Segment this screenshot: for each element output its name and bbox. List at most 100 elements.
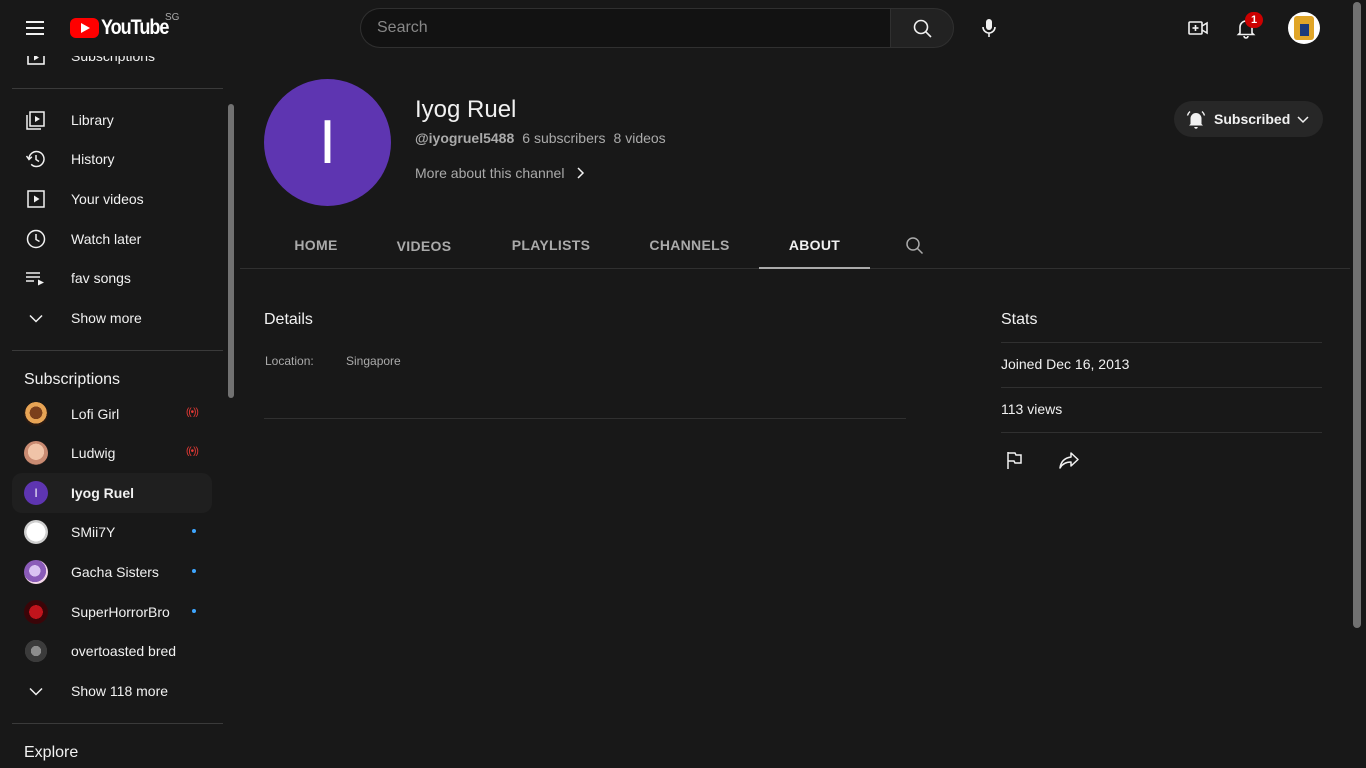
channel-search-icon[interactable] [903,234,927,258]
more-about-channel-link[interactable]: More about this channel [415,161,592,185]
stats-divider [1001,342,1322,343]
new-content-dot [192,609,196,613]
playlist-icon [26,272,44,286]
stats-divider [1001,432,1322,433]
channel-handle: @iyogruel5488 [415,130,515,146]
tab-videos[interactable]: VIDEOS [376,223,472,270]
sidebar-item-label: Your videos [71,191,144,207]
stats-divider [1001,387,1322,388]
sidebar-item-label: Watch later [71,231,142,247]
hamburger-icon [26,21,44,23]
subscription-item-smii7y[interactable]: SMii7Y [12,512,212,552]
sidebar-item-label: Gacha Sisters [71,564,159,580]
chevron-down-icon [29,687,43,696]
channel-avatar [24,520,48,544]
sidebar-item-label: SuperHorrorBro [71,604,170,620]
stats-title: Stats [1001,311,1038,328]
sidebar-item-library[interactable]: Library [12,100,212,140]
youtube-play-icon [70,18,99,38]
channel-avatar-large[interactable]: I [264,79,391,206]
sidebar-item-label: Subscriptions [71,56,156,64]
share-icon[interactable] [1057,448,1081,472]
sidebar-item-history[interactable]: History [12,139,212,179]
masthead: YouTube SG 1 [0,0,1350,56]
microphone-icon [982,19,996,37]
live-indicator-icon: ((•)) [186,446,199,457]
sidebar-item-watch-later[interactable]: Watch later [12,219,212,259]
sidebar-item-label: fav songs [71,270,131,286]
search-button[interactable] [890,8,954,48]
subscribed-button[interactable]: Subscribed [1174,101,1323,137]
video-count: 8 videos [613,130,666,146]
create-button[interactable] [1178,8,1218,48]
sidebar-item-label: Ludwig [71,445,116,461]
channel-avatar [24,402,48,426]
subscribed-label: Subscribed [1214,111,1291,127]
sidebar-item-subscriptions[interactable]: Subscriptions [12,56,212,76]
new-content-dot [192,569,196,573]
sidebar-divider [12,88,223,89]
search-input[interactable] [361,9,891,47]
explore-heading: Explore [24,744,79,761]
sidebar-item-label: Iyog Ruel [71,485,135,501]
sidebar-item-label: overtoasted bred [71,643,177,659]
location-value: Singapore [346,354,401,368]
channel-avatar [24,639,48,663]
history-icon [25,150,45,168]
tab-about[interactable]: ABOUT [759,222,870,269]
avatar-image [1294,16,1314,40]
sidebar-item-label: SMii7Y [71,524,116,540]
page-scrollbar[interactable] [1350,0,1366,768]
search-box [360,8,891,48]
page-scrollbar-thumb[interactable] [1353,2,1361,628]
subscription-item-superhorrorbro[interactable]: SuperHorrorBro [12,592,212,632]
sidebar-scrollbar[interactable] [228,104,234,398]
channel-avatar [24,560,48,584]
youtube-logo[interactable]: YouTube [70,12,179,44]
channel-tabs: HOME VIDEOS PLAYLISTS CHANNELS ABOUT [240,222,1350,269]
tab-home[interactable]: HOME [264,222,368,269]
details-divider [264,418,906,419]
sidebar-item-label: Library [71,112,114,128]
search-icon [913,19,932,38]
channel-meta: @iyogruel5488 6 subscribers 8 videos [415,130,666,146]
chevron-down-icon [1297,116,1309,124]
channel-avatar: I [24,481,48,505]
sidebar-item-fav-songs[interactable]: fav songs [12,258,212,298]
subscription-item-ludwig[interactable]: Ludwig ((•)) [12,433,212,473]
bell-ringing-icon [1186,110,1206,129]
channel-avatar [24,441,48,465]
hamburger-icon-line [26,27,44,29]
subscription-item-overtoasted-bred[interactable]: overtoasted bred [12,631,212,671]
chevron-right-icon [577,167,585,179]
details-title: Details [264,311,313,328]
subscriptions-heading: Subscriptions [24,371,121,388]
subscriptions-icon [27,56,45,65]
notification-count-badge: 1 [1245,12,1263,28]
view-count: 113 views [1001,401,1063,417]
flag-icon[interactable] [1002,448,1026,472]
subscription-item-gacha-sisters[interactable]: Gacha Sisters [12,552,212,592]
more-about-label: More about this channel [415,165,565,181]
logo-text: YouTube [101,16,169,39]
country-code: SG [165,12,180,23]
account-avatar-button[interactable] [1288,12,1320,44]
sidebar: Subscriptions Library History Your video… [0,56,240,768]
subscription-item-iyog-ruel[interactable]: I Iyog Ruel [12,473,212,513]
new-content-dot [192,529,196,533]
subscriber-count: 6 subscribers [522,130,606,146]
live-indicator-icon: ((•)) [186,407,199,418]
library-icon [26,111,45,130]
guide-menu-button[interactable] [24,16,48,40]
sidebar-show-more-button[interactable]: Show more [12,298,212,338]
sidebar-item-your-videos[interactable]: Your videos [12,179,212,219]
sidebar-item-label: Lofi Girl [71,406,120,422]
location-label: Location: [265,354,314,368]
subscription-item-lofi-girl[interactable]: Lofi Girl ((•)) [12,394,212,434]
joined-date: Joined Dec 16, 2013 [1001,356,1130,372]
tab-playlists[interactable]: PLAYLISTS [491,222,611,269]
channel-avatar [24,600,48,624]
show-more-subscriptions-button[interactable]: Show 118 more [12,671,212,711]
tab-channels[interactable]: CHANNELS [630,222,749,269]
voice-search-button[interactable] [969,8,1009,48]
